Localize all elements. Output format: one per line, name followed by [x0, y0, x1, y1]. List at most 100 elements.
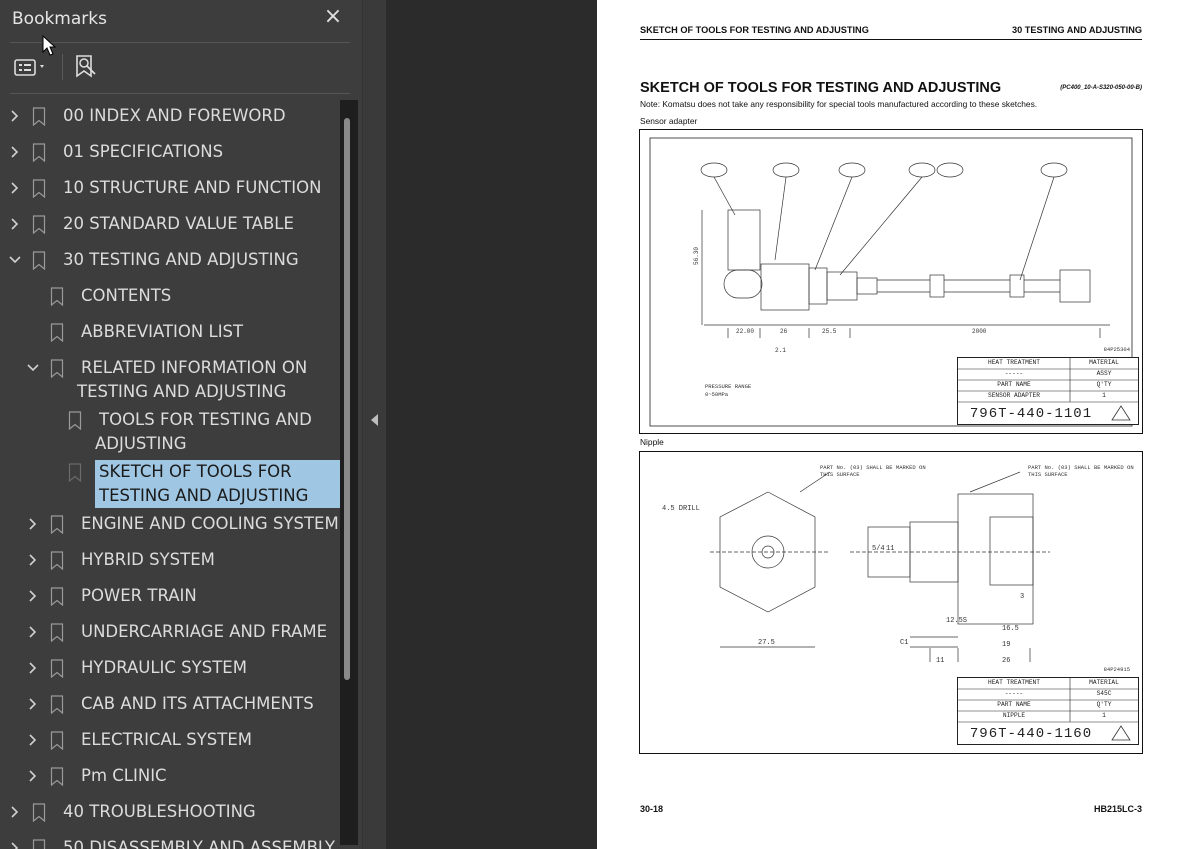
bookmark-item[interactable]: Pm CLINIC: [0, 764, 340, 788]
bookmark-label[interactable]: ENGINE AND COOLING SYSTEM: [81, 512, 339, 536]
bookmark-icon: [50, 731, 64, 750]
pdf-page: SKETCH OF TOOLS FOR TESTING AND ADJUSTIN…: [597, 0, 1200, 849]
bookmark-label[interactable]: RELATED INFORMATION ON TESTING AND ADJUST…: [77, 356, 307, 404]
bookmark-label[interactable]: ELECTRICAL SYSTEM: [81, 728, 252, 752]
bookmark-item[interactable]: RELATED INFORMATION ON TESTING AND ADJUST…: [0, 356, 340, 404]
bookmarks-panel: Bookmarks × 00 INDEX AND FOREWORD 01 SPEC…: [0, 0, 362, 849]
divider: [10, 93, 350, 94]
bookmark-label[interactable]: HYBRID SYSTEM: [81, 548, 215, 572]
svg-text:16.5: 16.5: [1002, 625, 1019, 633]
chevron-right-icon[interactable]: [8, 841, 22, 849]
bookmark-item[interactable]: 20 STANDARD VALUE TABLE: [0, 212, 340, 236]
svg-text:C1: C1: [900, 639, 908, 647]
chevron-right-icon[interactable]: [8, 109, 22, 123]
toolbar-separator: [62, 54, 63, 80]
bookmark-label[interactable]: 00 INDEX AND FOREWORD: [63, 104, 286, 128]
chevron-right-icon[interactable]: [26, 553, 40, 567]
bookmark-item[interactable]: TOOLS FOR TESTING AND ADJUSTING: [0, 408, 340, 456]
bookmark-search-icon: [76, 55, 96, 78]
bookmark-item[interactable]: 10 STRUCTURE AND FUNCTION: [0, 176, 340, 200]
bookmarks-header: Bookmarks ×: [0, 0, 362, 40]
bookmark-icon: [32, 215, 46, 234]
bookmark-label[interactable]: Pm CLINIC: [81, 764, 167, 788]
collapse-panel-icon[interactable]: [371, 414, 378, 426]
bookmark-item[interactable]: CAB AND ITS ATTACHMENTS: [0, 692, 340, 716]
svg-text:2.1: 2.1: [775, 347, 786, 354]
chevron-right-icon[interactable]: [26, 625, 40, 639]
page-title: SKETCH OF TOOLS FOR TESTING AND ADJUSTIN…: [640, 80, 1002, 96]
bookmark-icon: [68, 463, 82, 482]
marking-note-1: PART No. (03) SHALL BE MARKED ON THIS SU…: [820, 464, 926, 478]
bookmark-icon: [32, 143, 46, 162]
svg-text:4.5 DRILL: 4.5 DRILL: [662, 505, 700, 513]
bookmark-icon: [50, 359, 64, 378]
bookmark-label[interactable]: TOOLS FOR TESTING AND ADJUSTING: [95, 408, 312, 456]
bookmark-item[interactable]: 50 DISASSEMBLY AND ASSEMBLY: [0, 836, 340, 849]
chevron-right-icon[interactable]: [26, 517, 40, 531]
bookmark-icon: [32, 839, 46, 849]
chevron-right-icon[interactable]: [26, 697, 40, 711]
page-note: Note: Komatsu does not take any responsi…: [640, 99, 1038, 109]
bookmark-item[interactable]: 30 TESTING AND ADJUSTING: [0, 248, 340, 272]
bookmark-icon: [32, 803, 46, 822]
find-bookmark-button[interactable]: [72, 52, 102, 82]
page-header-right: 30 TESTING AND ADJUSTING: [1011, 25, 1142, 35]
bookmark-item[interactable]: 00 INDEX AND FOREWORD: [0, 104, 340, 128]
bookmark-label[interactable]: POWER TRAIN: [81, 584, 197, 608]
bookmark-label[interactable]: 40 TROUBLESHOOTING: [63, 800, 256, 824]
chevron-right-icon[interactable]: [26, 769, 40, 783]
bookmark-item[interactable]: 01 SPECIFICATIONS: [0, 140, 340, 164]
chevron-right-icon[interactable]: [26, 733, 40, 747]
bookmark-label[interactable]: HYDRAULIC SYSTEM: [81, 656, 247, 680]
bookmark-label[interactable]: 50 DISASSEMBLY AND ASSEMBLY: [63, 836, 335, 849]
chevron-right-icon[interactable]: [26, 589, 40, 603]
svg-text:27.5: 27.5: [758, 639, 775, 647]
document-code: (PC400_10-A-S320-050-00-B): [1060, 85, 1142, 91]
nipple-drawing: 4.5 DRILL 27.5 C1 11 26 19 16.5 12.5S 5/…: [639, 451, 1143, 754]
chevron-down-icon[interactable]: [26, 361, 40, 375]
chevron-right-icon[interactable]: [8, 181, 22, 195]
bookmark-label[interactable]: UNDERCARRIAGE AND FRAME: [81, 620, 327, 644]
revision-triangle-icon: [1111, 725, 1131, 741]
title-block: HEAT TREATMENT ----- MATERIAL ASSY PART …: [957, 357, 1139, 425]
svg-text:11: 11: [886, 545, 894, 553]
close-icon[interactable]: ×: [322, 6, 344, 28]
chevron-right-icon[interactable]: [8, 805, 22, 819]
svg-text:5/4: 5/4: [872, 545, 885, 553]
bookmark-item[interactable]: ELECTRICAL SYSTEM: [0, 728, 340, 752]
panel-splitter[interactable]: [362, 0, 387, 849]
bookmark-item[interactable]: ENGINE AND COOLING SYSTEM: [0, 512, 340, 536]
bookmark-item[interactable]: ABBREVIATION LIST: [0, 320, 340, 344]
bookmark-item[interactable]: SKETCH OF TOOLS FOR TESTING AND ADJUSTING: [0, 460, 341, 508]
part-number: 796T-440-1160: [969, 726, 1093, 742]
bookmark-item[interactable]: HYBRID SYSTEM: [0, 548, 340, 572]
bookmarks-title: Bookmarks: [12, 9, 107, 29]
scrollbar-thumb[interactable]: [344, 118, 350, 680]
chevron-right-icon[interactable]: [8, 145, 22, 159]
bookmark-item[interactable]: UNDERCARRIAGE AND FRAME: [0, 620, 340, 644]
bookmark-label[interactable]: 01 SPECIFICATIONS: [63, 140, 223, 164]
bookmark-label[interactable]: SKETCH OF TOOLS FOR TESTING AND ADJUSTING: [95, 460, 341, 508]
figure-caption-sensor-adapter: Sensor adapter: [640, 116, 698, 126]
scrollbar[interactable]: [340, 100, 358, 845]
bookmark-item[interactable]: 40 TROUBLESHOOTING: [0, 800, 340, 824]
bookmark-label[interactable]: CONTENTS: [81, 284, 171, 308]
bookmark-item[interactable]: CONTENTS: [0, 284, 340, 308]
marking-note-2: PART No. (03) SHALL BE MARKED ON THIS SU…: [1028, 464, 1134, 478]
chevron-down-icon[interactable]: [8, 253, 22, 267]
bookmark-item[interactable]: POWER TRAIN: [0, 584, 340, 608]
revision-triangle-icon: [1111, 405, 1131, 421]
bookmark-label[interactable]: 30 TESTING AND ADJUSTING: [63, 248, 299, 272]
bookmark-label[interactable]: 20 STANDARD VALUE TABLE: [63, 212, 294, 236]
bookmark-icon: [50, 515, 64, 534]
chevron-right-icon[interactable]: [8, 217, 22, 231]
bookmark-icon: [32, 179, 46, 198]
page-header-left: SKETCH OF TOOLS FOR TESTING AND ADJUSTIN…: [640, 25, 869, 35]
chevron-right-icon[interactable]: [26, 661, 40, 675]
bookmark-item[interactable]: HYDRAULIC SYSTEM: [0, 656, 340, 680]
bookmark-label[interactable]: 10 STRUCTURE AND FUNCTION: [63, 176, 321, 200]
svg-text:2000: 2000: [972, 328, 987, 335]
bookmark-label[interactable]: ABBREVIATION LIST: [81, 320, 243, 344]
model-code: HB215LC-3: [1093, 804, 1142, 814]
bookmark-label[interactable]: CAB AND ITS ATTACHMENTS: [81, 692, 314, 716]
